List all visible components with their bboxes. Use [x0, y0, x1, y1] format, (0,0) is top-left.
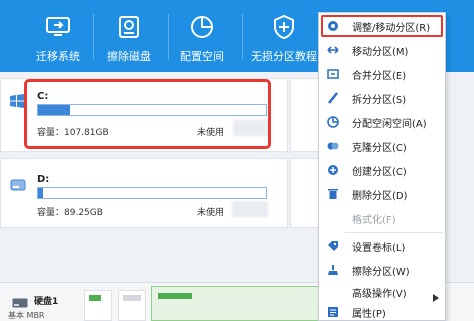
menu-item-label: 移动分区(M) [352, 46, 409, 58]
menu-item-split[interactable]: 拆分分区(S) [319, 88, 445, 108]
wipe-disk-button[interactable]: 擦除磁盘 [104, 0, 154, 72]
toolbar-divider [242, 14, 243, 60]
menu-separator [345, 232, 443, 233]
highlight-box-c [24, 79, 271, 149]
menu-item-move[interactable]: 移动分区(M) [319, 40, 445, 60]
menu-item-resize-move[interactable]: 调整/移动分区(R) [319, 16, 445, 36]
clone-partition-icon [327, 140, 339, 152]
properties-icon [327, 306, 339, 318]
shield-icon [271, 14, 297, 40]
menu-item-label: 合并分区(E) [352, 70, 407, 82]
disk-segment-used [123, 295, 141, 301]
migrate-system-label: 迁移系统 [36, 50, 80, 63]
disk-segment[interactable] [84, 290, 112, 321]
menu-item-delete[interactable]: 删除分区(D) [319, 184, 445, 204]
wipe-partition-icon [327, 264, 339, 276]
redacted-value [232, 201, 268, 217]
menu-item-set-label[interactable]: 设置卷标(L) [319, 236, 445, 256]
migrate-system-button[interactable]: 迁移系统 [36, 0, 80, 72]
windows-drive-icon [10, 93, 24, 112]
disk-name: 硬盘1 [34, 297, 59, 307]
allocate-space-icon [189, 14, 215, 40]
menu-item-create[interactable]: 创建分区(C) [319, 160, 445, 180]
menu-item-label: 设置卷标(L) [352, 242, 406, 254]
menu-item-advanced[interactable]: 高级操作(V) [319, 282, 445, 302]
disk-segment[interactable] [118, 290, 146, 321]
menu-item-merge[interactable]: 合并分区(E) [319, 64, 445, 84]
create-partition-icon [327, 164, 339, 176]
lossless-partition-tutorial-button[interactable]: 无损分区教程 [251, 0, 317, 72]
menu-item-label: 克隆分区(C) [352, 142, 407, 154]
menu-item-label: 调整/移动分区(R) [352, 22, 431, 34]
menu-item-format[interactable]: 格式化(F) [319, 208, 445, 228]
disk-segment-used [89, 295, 101, 301]
toolbar-divider [168, 14, 169, 60]
menu-item-properties[interactable]: 属性(P) [319, 302, 445, 321]
partition-capacity-d: 容量：89.25GB [37, 208, 103, 218]
disk-type: 基本 MBR [8, 311, 45, 320]
card-sidebar [1, 79, 23, 151]
drive-icon [10, 176, 26, 195]
menu-item-clone[interactable]: 克隆分区(C) [319, 136, 445, 156]
move-partition-icon [327, 44, 339, 56]
partition-unused-d: 未使用 [197, 208, 225, 218]
allocate-space-label: 配置空间 [180, 50, 224, 63]
partition-card-partial[interactable] [290, 158, 320, 228]
menu-item-allocate-free-space[interactable]: 分配空闲空间(A) [319, 112, 445, 132]
partition-card-partial[interactable] [290, 78, 320, 152]
menu-item-label: 高级操作(V) [352, 288, 407, 300]
allocate-space-button[interactable]: 配置空间 [177, 0, 227, 72]
migrate-system-icon [45, 14, 71, 40]
partition-usage-fill-d [38, 188, 43, 198]
partition-usage-bar-d [37, 187, 267, 199]
wipe-disk-icon [116, 14, 142, 40]
menu-item-label: 擦除分区(W) [352, 266, 410, 278]
wipe-disk-label: 擦除磁盘 [107, 50, 151, 63]
menu-item-label: 格式化(F) [352, 214, 396, 226]
toolbar-divider [93, 14, 94, 60]
menu-item-label: 删除分区(D) [352, 190, 408, 202]
resize-partition-icon [327, 20, 339, 32]
split-partition-icon [327, 92, 339, 104]
set-label-icon [327, 240, 339, 252]
menu-item-label: 创建分区(C) [352, 166, 407, 178]
menu-item-label: 属性(P) [352, 308, 386, 320]
delete-partition-icon [327, 188, 339, 200]
merge-partition-icon [327, 68, 339, 80]
menu-item-label: 分配空闲空间(A) [352, 118, 427, 130]
lossless-partition-tutorial-label: 无损分区教程 [251, 50, 317, 63]
menu-item-wipe[interactable]: 擦除分区(W) [319, 260, 445, 280]
disk-segment-c[interactable] [151, 286, 321, 321]
disk-segment-used [158, 293, 192, 299]
menu-item-label: 拆分分区(S) [352, 94, 407, 106]
allocate-free-space-icon [327, 116, 339, 128]
partition-name-d: D: [37, 174, 50, 185]
